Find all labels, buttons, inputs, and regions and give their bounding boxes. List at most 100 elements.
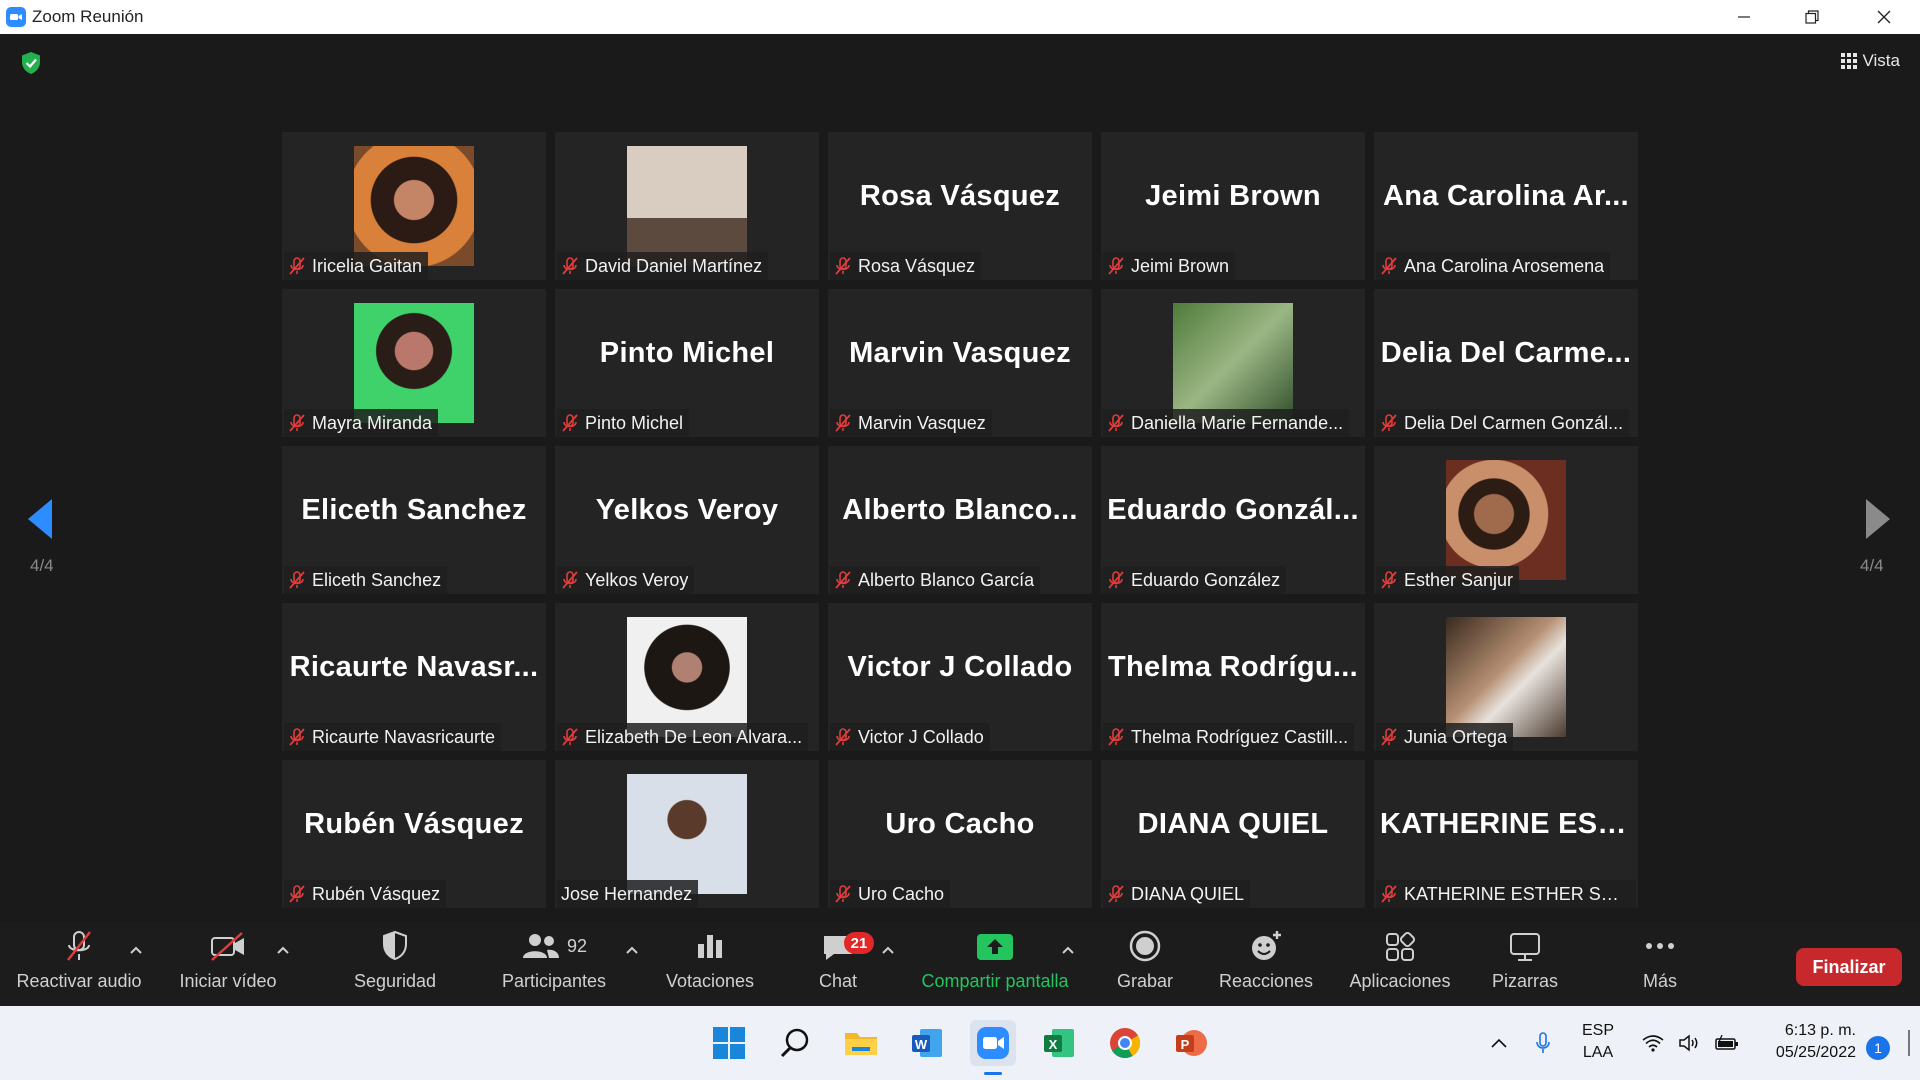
windows-start-icon <box>713 1027 745 1059</box>
next-page-button[interactable] <box>1864 497 1892 546</box>
participant-tile[interactable]: Rubén Vásquez Rubén Vásquez <box>282 760 546 908</box>
participant-name: Mayra Miranda <box>312 412 433 433</box>
excel-button[interactable]: X <box>1036 1020 1082 1066</box>
zoom-taskbar-button[interactable] <box>970 1020 1016 1066</box>
show-hidden-icons-button[interactable] <box>1486 1006 1512 1080</box>
participant-tile[interactable]: Mayra Miranda <box>282 289 546 437</box>
participant-label: Ricaurte Navasricaurte <box>284 723 502 751</box>
participant-tile[interactable]: Ricaurte Navasr... Ricaurte Navasricaurte <box>282 603 546 751</box>
participant-label: Jeimi Brown <box>1103 252 1236 280</box>
participants-label: Participantes <box>501 971 607 991</box>
close-button[interactable] <box>1856 0 1912 34</box>
title-bar: Zoom Reunión <box>0 0 1920 34</box>
word-button[interactable]: W <box>904 1020 950 1066</box>
apps-button[interactable]: Aplicaciones <box>1336 922 1464 1006</box>
video-options-chevron-up-icon[interactable] <box>275 942 291 958</box>
view-button[interactable]: Vista <box>1840 48 1900 74</box>
minimize-button[interactable] <box>1716 0 1772 34</box>
volume-icon <box>1679 1034 1698 1052</box>
participant-tile[interactable]: Yelkos Veroy Yelkos Veroy <box>555 446 819 594</box>
unmute-audio-button[interactable]: Reactivar audio <box>12 922 146 1006</box>
volume-tray-button[interactable] <box>1676 1006 1702 1080</box>
chrome-icon <box>1110 1028 1141 1059</box>
participant-video <box>354 303 474 423</box>
page-indicator-left: 4/4 <box>30 556 54 575</box>
more-button[interactable]: Más <box>1620 922 1700 1006</box>
previous-page-button[interactable] <box>26 497 54 546</box>
participant-tile[interactable]: Eduardo Gonzál... Eduardo González <box>1101 446 1365 594</box>
notification-badge[interactable]: 1 <box>1866 1036 1890 1060</box>
participant-tile[interactable]: Pinto Michel Pinto Michel <box>555 289 819 437</box>
windows-start-button[interactable] <box>706 1020 752 1066</box>
audio-options-chevron-up-icon[interactable] <box>128 942 144 958</box>
participants-count: 92 <box>566 935 588 956</box>
participant-tile[interactable]: Iricelia Gaitan <box>282 132 546 280</box>
file-explorer-icon <box>845 1033 877 1055</box>
chat-label: Chat <box>818 971 858 991</box>
reactions-button[interactable]: Reacciones <box>1214 922 1318 1006</box>
muted-microphone-icon <box>289 728 305 746</box>
shield-check-icon[interactable] <box>18 50 44 76</box>
participant-tile[interactable]: Victor J Collado Victor J Collado <box>828 603 1092 751</box>
participant-tile[interactable]: Jose Hernandez <box>555 760 819 908</box>
participant-name: Rubén Vásquez <box>312 883 441 904</box>
participant-tile[interactable]: Alberto Blanco... Alberto Blanco García <box>828 446 1092 594</box>
participant-tile[interactable]: Eliceth Sanchez Eliceth Sanchez <box>282 446 546 594</box>
start-video-button[interactable]: Iniciar vídeo <box>170 922 286 1006</box>
participant-tile[interactable]: Uro Cacho Uro Cacho <box>828 760 1092 908</box>
participant-tile[interactable]: Ana Carolina Ar... Ana Carolina Arosemena <box>1374 132 1638 280</box>
chrome-button[interactable] <box>1102 1020 1148 1066</box>
security-button[interactable]: Seguridad <box>340 922 450 1006</box>
muted-microphone-icon <box>1381 414 1397 432</box>
microphone-tray-button[interactable] <box>1528 1006 1558 1080</box>
participant-video <box>1446 460 1566 580</box>
participant-name: Elizabeth De Leon Alvara... <box>585 726 803 747</box>
end-meeting-button[interactable]: Finalizar <box>1796 948 1902 986</box>
share-screen-button[interactable]: Compartir pantalla <box>910 922 1080 1006</box>
participant-label: Delia Del Carmen Gonzál... <box>1376 409 1630 437</box>
participant-name: Ana Carolina Arosemena <box>1404 255 1605 276</box>
participants-options-chevron-up-icon[interactable] <box>624 942 640 958</box>
participants-button[interactable]: 92 Participantes <box>492 922 616 1006</box>
participant-tile[interactable]: Jeimi Brown Jeimi Brown <box>1101 132 1365 280</box>
participant-tile[interactable]: KATHERINE EST... KATHERINE ESTHER SAEN... <box>1374 760 1638 908</box>
page-indicator-right: 4/4 <box>1860 556 1884 575</box>
participant-name-display: Eliceth Sanchez <box>301 494 527 526</box>
muted-microphone-icon <box>835 257 851 275</box>
battery-tray-button[interactable] <box>1712 1006 1742 1080</box>
participant-tile[interactable]: Thelma Rodrígu... Thelma Rodríguez Castil… <box>1101 603 1365 751</box>
show-desktop-button[interactable] <box>1908 1030 1910 1056</box>
participant-name-display: Yelkos Veroy <box>595 494 779 526</box>
share-options-chevron-up-icon[interactable] <box>1060 942 1076 958</box>
participants-icon <box>522 934 559 958</box>
polls-button[interactable]: Votaciones <box>654 922 766 1006</box>
input-language-button[interactable]: ESP LAA <box>1582 1020 1614 1064</box>
wifi-tray-button[interactable] <box>1640 1006 1666 1080</box>
close-icon <box>1877 10 1891 24</box>
windows-taskbar: W X P ESP LAA 6:13 p. m. 05/25/2022 1 <box>0 1006 1920 1080</box>
reactions-label: Reacciones <box>1218 971 1314 991</box>
participant-tile[interactable]: Delia Del Carme... Delia Del Carmen Gonzá… <box>1374 289 1638 437</box>
powerpoint-button[interactable]: P <box>1168 1020 1214 1066</box>
participant-tile[interactable]: David Daniel Martínez <box>555 132 819 280</box>
participant-tile[interactable]: Elizabeth De Leon Alvara... <box>555 603 819 751</box>
participant-tile[interactable]: Esther Sanjur <box>1374 446 1638 594</box>
file-explorer-button[interactable] <box>838 1020 884 1066</box>
participant-label: Thelma Rodríguez Castill... <box>1103 723 1355 751</box>
record-label: Grabar <box>1116 971 1174 991</box>
participant-tile[interactable]: Marvin Vasquez Marvin Vasquez <box>828 289 1092 437</box>
clock[interactable]: 6:13 p. m. 05/25/2022 <box>1776 1020 1856 1064</box>
restore-button[interactable] <box>1784 0 1840 34</box>
participant-label: Rubén Vásquez <box>284 880 447 908</box>
security-label: Seguridad <box>353 971 437 991</box>
participant-tile[interactable]: Junia Ortega <box>1374 603 1638 751</box>
participant-tile[interactable]: Daniella Marie Fernande... <box>1101 289 1365 437</box>
participant-tile[interactable]: Rosa Vásquez Rosa Vásquez <box>828 132 1092 280</box>
whiteboards-button[interactable]: Pizarras <box>1480 922 1570 1006</box>
whiteboard-icon <box>1510 933 1540 961</box>
chat-options-chevron-up-icon[interactable] <box>880 942 896 958</box>
participant-tile[interactable]: DIANA QUIEL DIANA QUIEL <box>1101 760 1365 908</box>
record-button[interactable]: Grabar <box>1100 922 1190 1006</box>
muted-microphone-icon <box>1108 728 1124 746</box>
taskbar-search-button[interactable] <box>772 1020 818 1066</box>
